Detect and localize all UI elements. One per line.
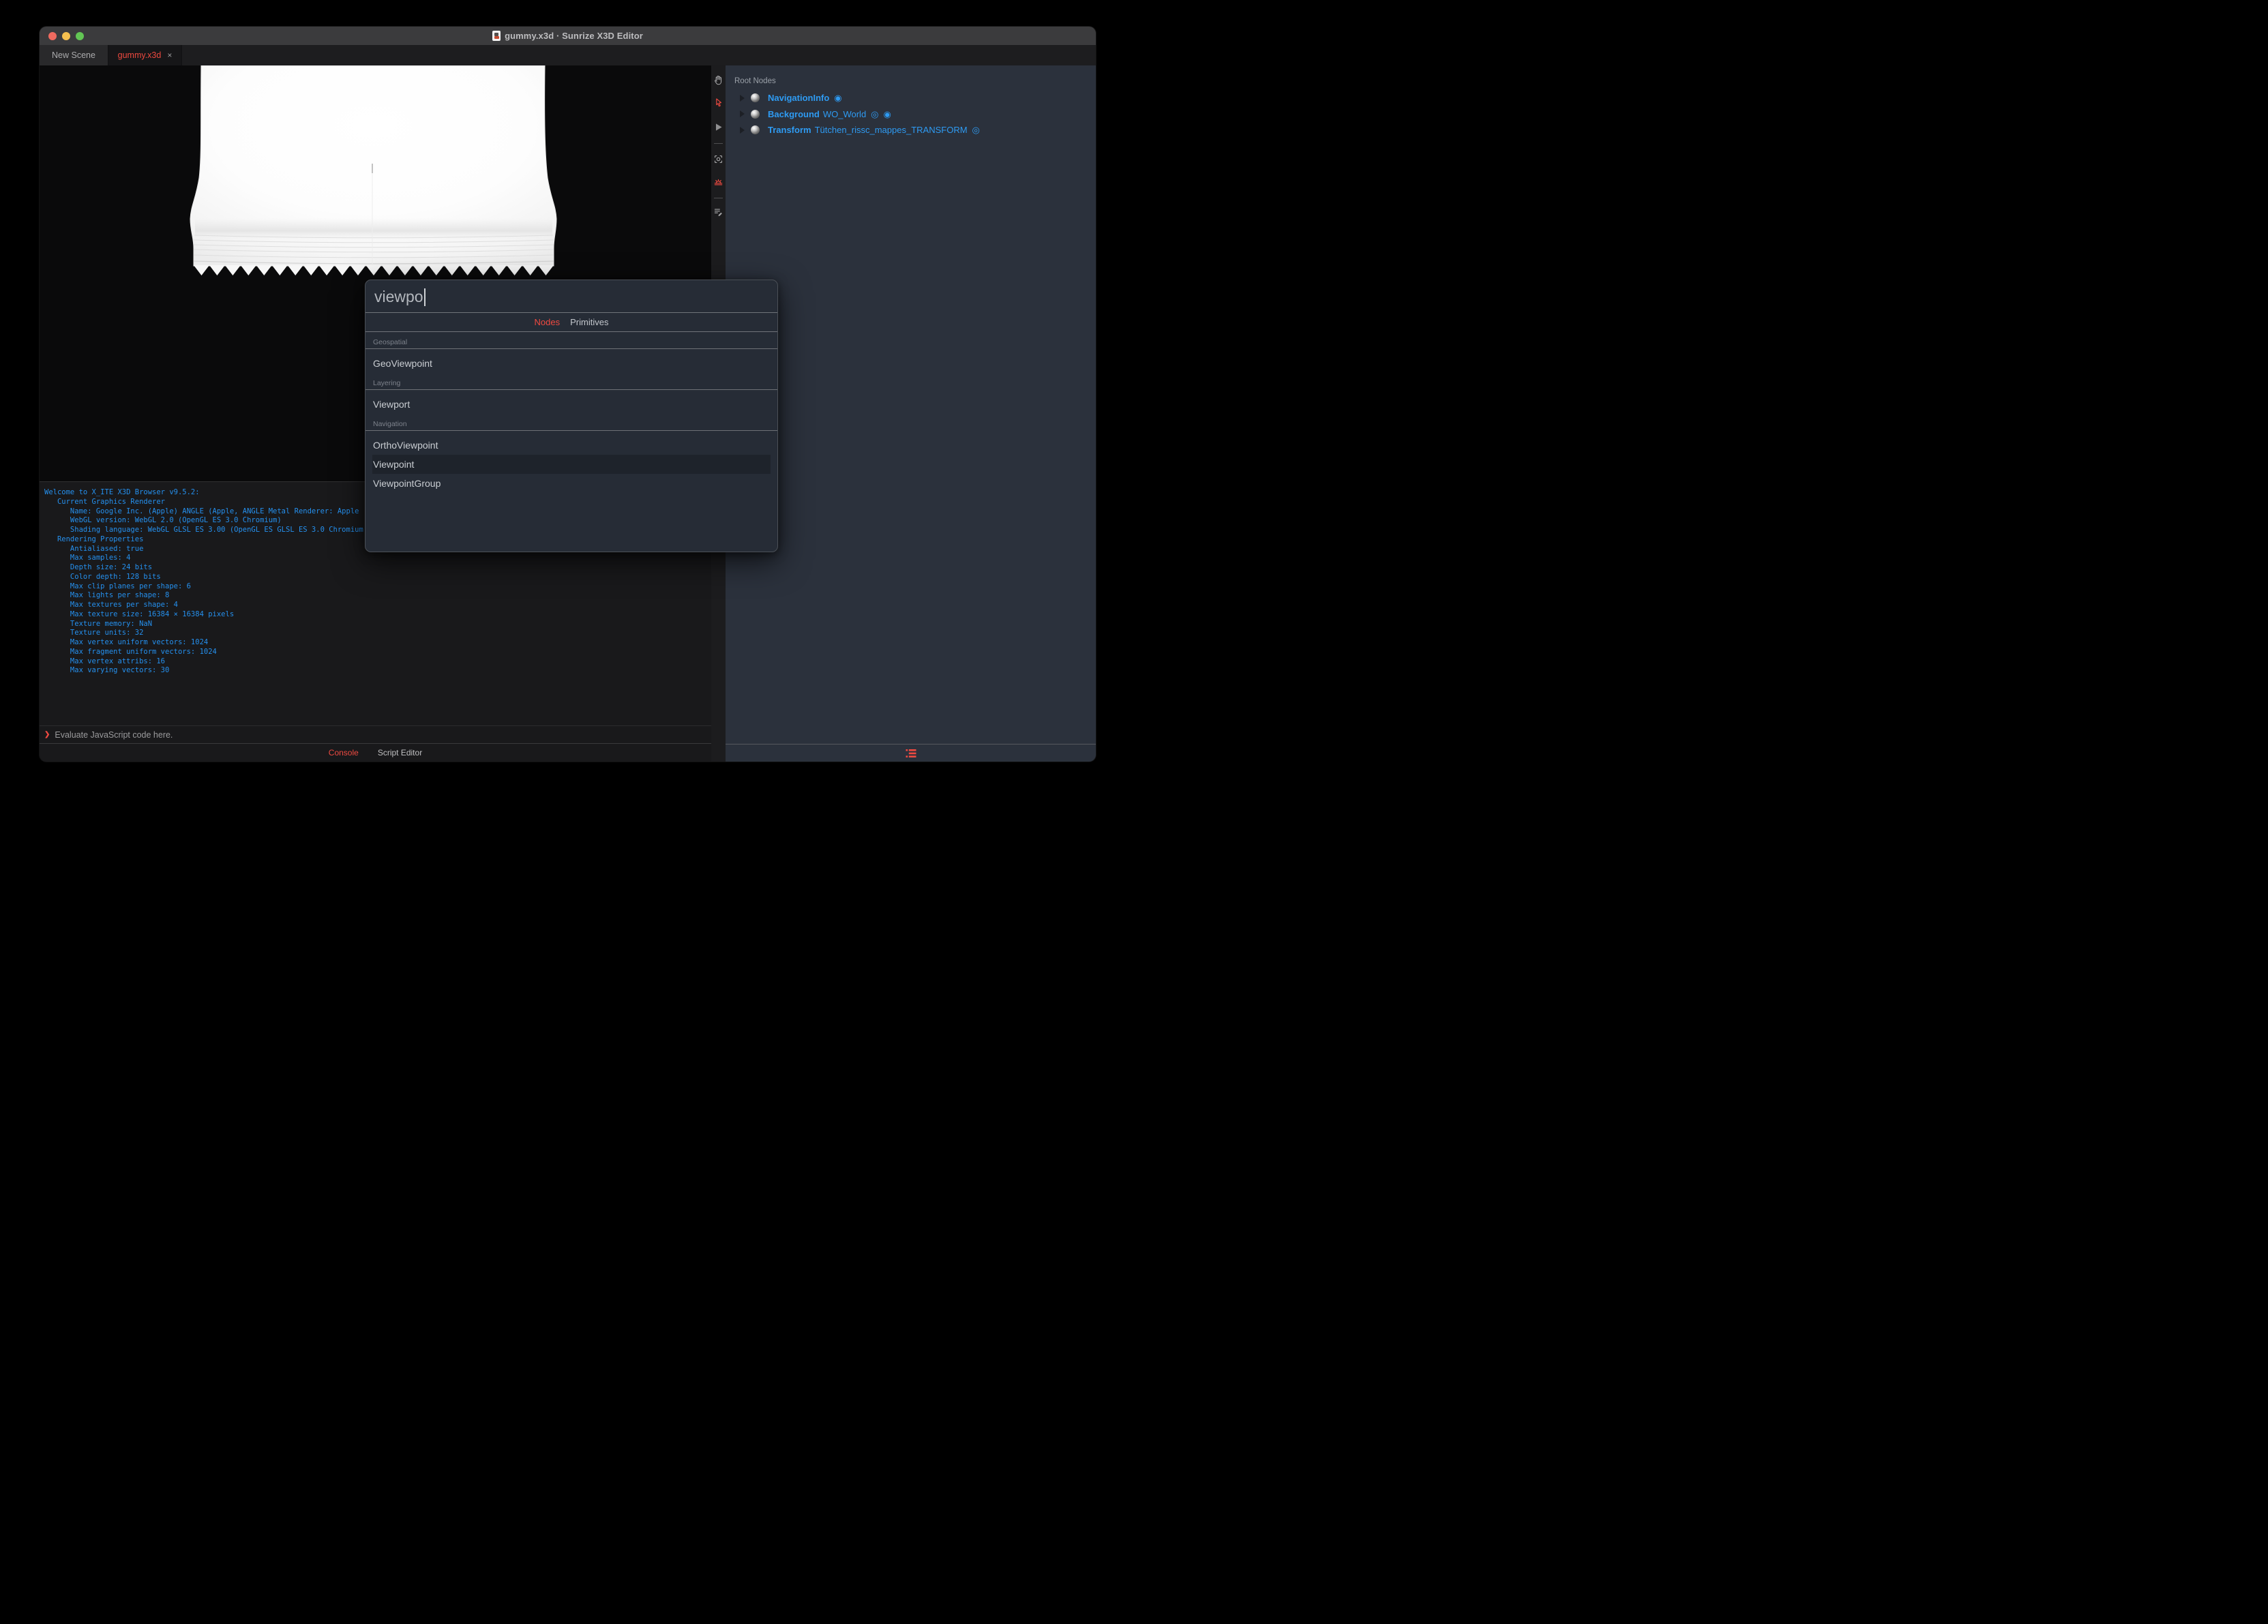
traffic-lights <box>48 27 84 45</box>
zoom-window-button[interactable] <box>76 31 84 40</box>
console-prompt-row[interactable]: ❯ Evaluate JavaScript code here. <box>40 725 711 743</box>
tree-node-row[interactable]: Background WO_World ◎ ◉ <box>726 106 1096 123</box>
outline-panel: Root Nodes NavigationInfo ◉ Background WO_W… <box>726 65 1096 762</box>
dialog-result-list: Geospatial GeoViewpoint Layering Viewport Na… <box>365 338 777 493</box>
dialog-section-label: Layering <box>365 379 777 390</box>
node-search-dialog: viewpo Nodes Primitives Geospatial GeoVie… <box>365 280 778 552</box>
bullseye-badge-icon[interactable]: ◎ <box>871 110 878 119</box>
toolbar-divider <box>714 143 723 144</box>
dialog-item-geoviewpoint[interactable]: GeoViewpoint <box>372 354 771 373</box>
node-name-label: WO_World <box>822 108 867 119</box>
titlebar: gummy.x3d · Sunrize X3D Editor <box>40 27 1096 45</box>
pan-hand-icon[interactable] <box>713 74 724 86</box>
node-type-label: NavigationInfo <box>768 93 830 104</box>
tab-close-icon[interactable]: × <box>167 50 172 60</box>
node-sphere-icon <box>751 93 760 103</box>
script-edit-icon[interactable] <box>713 206 724 217</box>
tab-script-editor[interactable]: Script Editor <box>378 748 422 757</box>
node-sphere-icon <box>751 125 760 135</box>
dialog-section-label: Geospatial <box>365 338 777 349</box>
text-caret <box>423 288 426 306</box>
dialog-item-viewport[interactable]: Viewport <box>372 395 771 414</box>
document-icon <box>492 31 501 41</box>
frame-camera-icon[interactable] <box>713 153 724 165</box>
console-tab-bar: Console Script Editor <box>40 743 711 762</box>
tab-gummy-x3d[interactable]: gummy.x3d × <box>108 45 182 65</box>
dialog-item-viewpoint[interactable]: Viewpoint <box>372 455 771 474</box>
node-name-label: Tütchen_rissc_mappes_TRANSFORM <box>814 125 968 136</box>
prompt-chevron-icon: ❯ <box>44 731 50 738</box>
outline-bottom-bar <box>726 744 1096 762</box>
expand-triangle-icon[interactable] <box>740 126 745 134</box>
tree-node-row[interactable]: NavigationInfo ◉ <box>726 90 1096 106</box>
dialog-item-viewpointgroup[interactable]: ViewpointGroup <box>372 474 771 493</box>
close-window-button[interactable] <box>48 31 57 40</box>
tree-node-row[interactable]: Transform Tütchen_rissc_mappes_TRANSFORM ◎ <box>726 122 1096 138</box>
search-query-text: viewpo <box>374 288 423 305</box>
window-title: gummy.x3d · Sunrize X3D Editor <box>505 31 643 41</box>
search-input[interactable]: viewpo <box>365 280 777 312</box>
list-icon[interactable] <box>906 749 916 758</box>
tab-console[interactable]: Console <box>329 748 359 757</box>
expand-triangle-icon[interactable] <box>740 110 745 118</box>
console-prompt-placeholder: Evaluate JavaScript code here. <box>55 730 173 740</box>
node-type-label: Background <box>768 108 820 119</box>
dialog-tab-primitives[interactable]: Primitives <box>570 317 608 327</box>
fisheye-badge-icon[interactable]: ◉ <box>834 93 841 102</box>
tab-bar: New Scene gummy.x3d × <box>40 45 1096 65</box>
dialog-tab-bar: Nodes Primitives <box>365 313 777 331</box>
fisheye-badge-icon[interactable]: ◉ <box>884 110 891 119</box>
bullseye-badge-icon[interactable]: ◎ <box>972 125 980 134</box>
dialog-divider <box>365 331 777 332</box>
tab-new-scene[interactable]: New Scene <box>40 45 108 65</box>
select-arrow-icon[interactable] <box>713 97 724 108</box>
node-sphere-icon <box>751 109 760 119</box>
expand-triangle-icon[interactable] <box>740 94 745 102</box>
dialog-tab-nodes[interactable]: Nodes <box>535 317 561 327</box>
play-icon[interactable] <box>713 121 724 133</box>
dialog-section-label: Navigation <box>365 420 777 431</box>
minimize-window-button[interactable] <box>62 31 70 40</box>
dialog-item-orthoviewpoint[interactable]: OrthoViewpoint <box>372 436 771 455</box>
node-type-label: Transform <box>768 125 811 136</box>
node-tree: NavigationInfo ◉ Background WO_World ◎ ◉ Trans… <box>726 90 1096 138</box>
outline-header: Root Nodes <box>734 77 776 85</box>
sunrise-light-icon[interactable] <box>713 176 724 187</box>
